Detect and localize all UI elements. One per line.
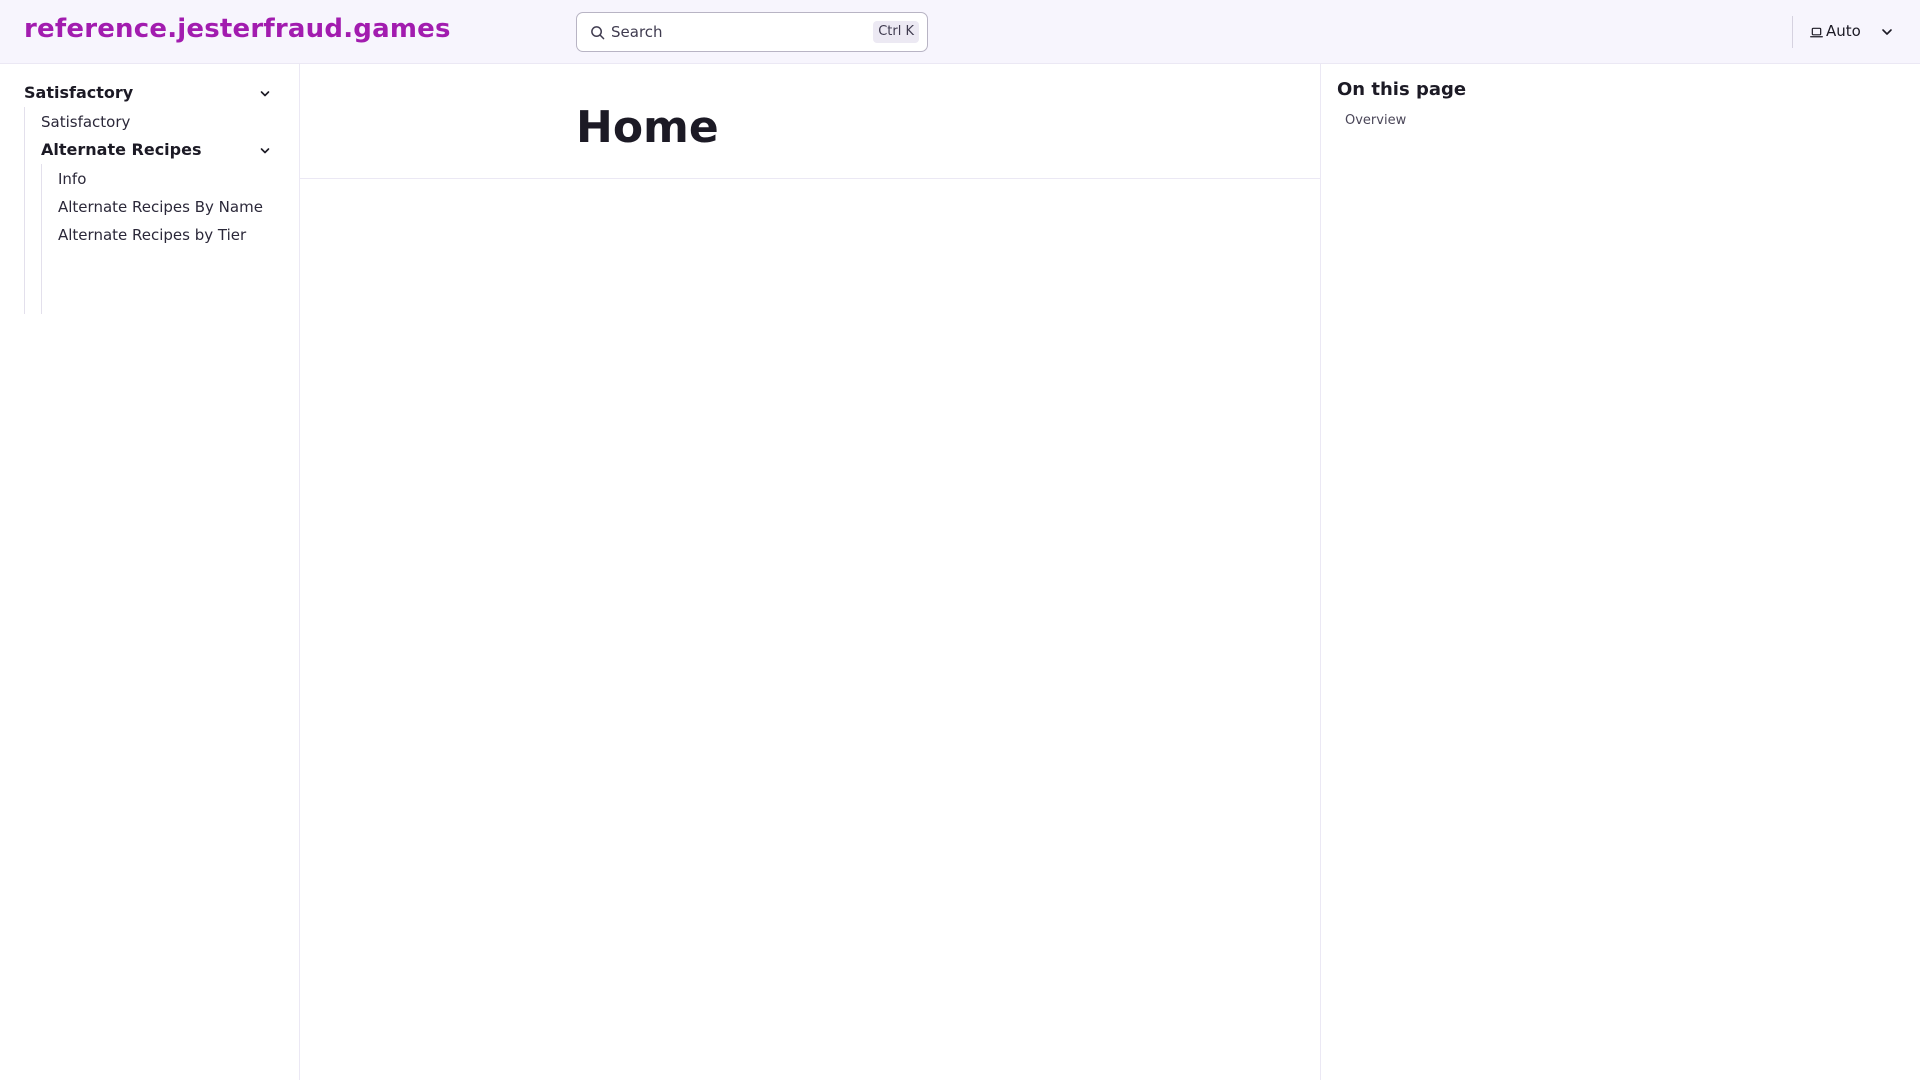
search-box[interactable]: Ctrl K: [576, 12, 928, 52]
sidebar-group-alternate-recipes[interactable]: Alternate Recipes: [41, 140, 201, 159]
toc-item-overview[interactable]: Overview: [1345, 113, 1406, 128]
search-icon: [591, 26, 605, 40]
sidebar-item-info[interactable]: Info: [58, 170, 86, 188]
sidebar-subtree-line: [41, 164, 42, 314]
sidebar-item-alternate-recipes-by-tier[interactable]: Alternate Recipes by Tier: [58, 226, 246, 244]
search-shortcut-hint: Ctrl K: [873, 21, 919, 43]
chevron-down-icon: [1882, 29, 1892, 35]
laptop-icon: [1810, 27, 1823, 38]
chevron-down-icon[interactable]: [258, 87, 272, 101]
main-content: Home: [300, 64, 1321, 1080]
sidebar-item-satisfactory[interactable]: Satisfactory: [41, 113, 130, 131]
title-divider: [300, 178, 1321, 179]
theme-label: Auto: [1826, 22, 1861, 40]
search-input[interactable]: [611, 20, 851, 44]
page-title: Home: [576, 102, 719, 153]
sidebar-group-satisfactory[interactable]: Satisfactory: [24, 83, 133, 102]
theme-selector[interactable]: Auto: [1800, 16, 1904, 48]
sidebar-tree-line: [24, 107, 25, 314]
chevron-down-icon[interactable]: [258, 144, 272, 158]
sidebar-item-alternate-recipes-by-name[interactable]: Alternate Recipes By Name: [58, 198, 263, 216]
table-of-contents: On this page Overview: [1322, 64, 1920, 1080]
top-header: reference.jesterfraud.games Ctrl K Auto: [0, 0, 1920, 64]
sidebar-nav: Satisfactory Satisfactory Alternate Reci…: [0, 64, 300, 1080]
toc-title: On this page: [1337, 79, 1467, 100]
site-title-link[interactable]: reference.jesterfraud.games: [24, 14, 451, 44]
header-divider: [1792, 16, 1793, 48]
